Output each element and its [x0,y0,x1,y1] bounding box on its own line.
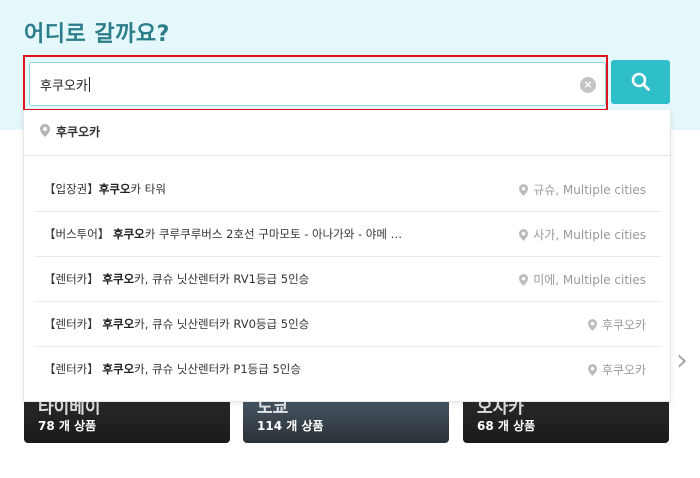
map-pin-icon [40,124,50,137]
page-title: 어디로 갈까요? [24,22,170,47]
suggestion-label: 【렌터카】 후쿠오카, 큐슈 닛산렌터카 RV1등급 5인승 [44,272,310,286]
suggestion-location: 사가, Multiple cities [519,226,646,243]
suggestion-label: 【렌터카】 후쿠오카, 큐슈 닛산렌터카 P1등급 5인승 [44,362,301,376]
suggestion-row[interactable]: 【버스투어】 후쿠오카 쿠루쿠루버스 2호선 구마모토 - 아나가와 - 야메 … [34,212,662,257]
close-circle-icon[interactable]: × [580,77,596,93]
destination-card[interactable]: 도쿄 114 개 상품 [243,395,449,443]
search-button[interactable] [611,60,670,104]
search-highlight-frame: 후쿠오카 × [23,55,608,111]
suggestion-label: 【입장권】후쿠오카 타워 [44,182,166,196]
suggestion-label: 【렌터카】 후쿠오카, 큐슈 닛산렌터카 RV0등급 5인승 [44,317,310,331]
chevron-right-icon[interactable]: › [676,346,688,376]
search-input-value: 후쿠오카 [40,77,90,94]
destination-count: 114 개 상품 [257,419,324,433]
suggestion-row[interactable]: 【입장권】후쿠오카 타워 규슈, Multiple cities [34,167,662,212]
suggestion-destination-label: 후쿠오카 [56,125,101,139]
map-pin-icon [519,229,529,241]
suggestion-row[interactable]: 【렌터카】 후쿠오카, 큐슈 닛산렌터카 RV1등급 5인승 미에, Multi… [34,257,662,302]
map-pin-icon [587,319,597,331]
map-pin-icon [519,184,529,196]
suggestion-destination[interactable]: 후쿠오카 [24,110,670,156]
search-input[interactable]: 후쿠오카 × [29,62,606,106]
suggestion-location: 후쿠오카 [587,361,646,378]
suggestion-label: 【버스투어】 후쿠오카 쿠루쿠루버스 2호선 구마모토 - 아나가와 - 야메 … [44,227,403,241]
destination-card[interactable]: 타이베이 78 개 상품 [24,395,230,443]
search-icon [631,72,650,91]
suggestion-row[interactable]: 【렌터카】 후쿠오카, 큐슈 닛산렌터카 RV0등급 5인승 후쿠오카 [34,302,662,347]
suggestion-dropdown: 후쿠오카 【입장권】후쿠오카 타워 규슈, Multiple cities 【버… [23,110,671,402]
map-pin-icon [519,274,529,286]
suggestion-location: 규슈, Multiple cities [519,181,646,198]
destination-count: 68 개 상품 [477,419,536,433]
suggestion-row[interactable]: 【렌터카】 후쿠오카, 큐슈 닛산렌터카 P1등급 5인승 후쿠오카 [34,347,662,392]
map-pin-icon [587,364,597,376]
destination-card[interactable]: 오사카 68 개 상품 [463,395,669,443]
destination-count: 78 개 상품 [38,419,97,433]
suggestion-location: 후쿠오카 [587,316,646,333]
suggestion-location: 미에, Multiple cities [519,271,646,288]
destination-cards: 타이베이 78 개 상품 도쿄 114 개 상품 오사카 68 개 상품 [0,395,700,445]
